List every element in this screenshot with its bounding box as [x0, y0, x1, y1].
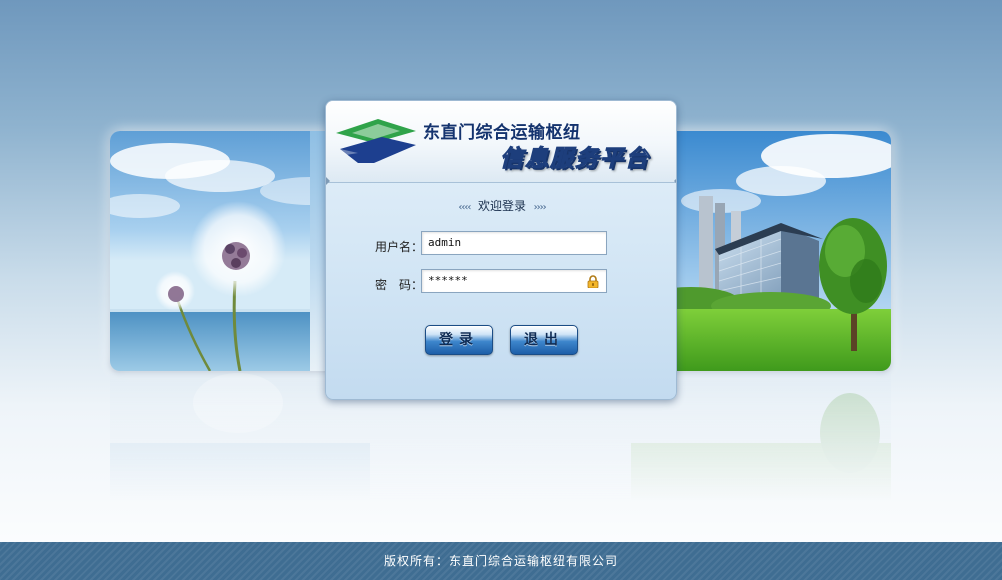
footer-bar: 版权所有：东直门综合运输枢纽有限公司 [0, 542, 1002, 580]
welcome-text: 欢迎登录 [477, 199, 526, 213]
welcome-right-arrows: ›››› [533, 202, 547, 213]
exit-button[interactable]: 退出 [510, 325, 578, 355]
username-input[interactable]: admin [421, 231, 607, 255]
organization-logo-icon [336, 119, 416, 163]
login-form: ‹‹‹‹ 欢迎登录 ›››› 用户名： admin 密 码： ****** 登录… [326, 183, 676, 399]
username-value: admin [428, 236, 462, 249]
password-input[interactable]: ****** [421, 269, 607, 293]
lock-icon [587, 275, 599, 288]
password-label: 密 码： [375, 278, 424, 292]
panel-header: 东直门综合运输枢纽 信息服务平台 [326, 101, 676, 185]
password-value: ****** [428, 274, 468, 287]
login-panel: 东直门综合运输枢纽 信息服务平台 ‹‹‹‹ 欢迎登录 ›››› 用户名： adm… [325, 100, 677, 400]
login-button[interactable]: 登录 [425, 325, 493, 355]
username-label: 用户名： [375, 240, 424, 254]
welcome-heading: ‹‹‹‹ 欢迎登录 ›››› [326, 197, 676, 214]
copyright-text: 版权所有：东直门综合运输枢纽有限公司 [383, 554, 618, 568]
platform-title: 信息服务平台 [500, 146, 650, 173]
welcome-left-arrows: ‹‹‹‹ [458, 202, 471, 213]
